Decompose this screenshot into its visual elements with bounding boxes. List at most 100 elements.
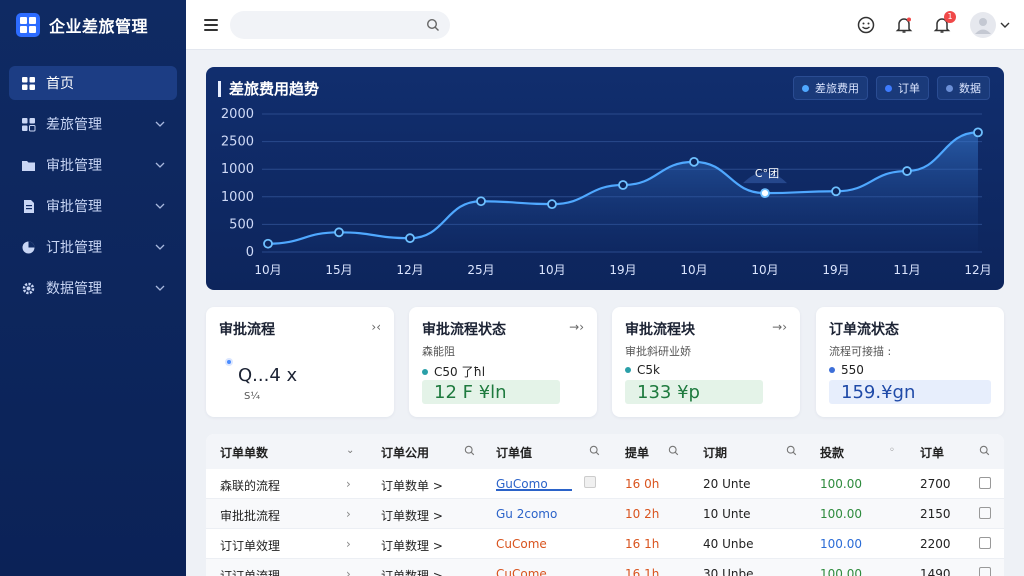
row-checkbox[interactable]: [979, 507, 991, 519]
series-area: [268, 132, 978, 252]
annotation-label: C°团: [755, 167, 779, 180]
y-tick-label: 2000: [221, 107, 254, 122]
legend-dot-icon: [946, 84, 953, 92]
card-stat: 550: [829, 363, 864, 377]
arrow-right-icon[interactable]: →›: [772, 320, 787, 334]
chevron-down-icon: [1000, 22, 1010, 28]
cell-value: CuCome: [496, 567, 547, 576]
chart-legend: 差旅费用 订单 数据: [793, 76, 990, 100]
sidebar-item-orders[interactable]: 订批管理: [9, 230, 177, 264]
cell-units: 30 Unbe: [703, 567, 754, 576]
column-header[interactable]: 订单: [920, 444, 944, 461]
cell-link[interactable]: 订单数理 >: [381, 567, 443, 576]
chevron-down-icon: [155, 285, 165, 291]
cell-link[interactable]: 订单数理 >: [381, 507, 443, 524]
card-approval-status[interactable]: 审批流程状态 →› 森能阻 C50 了ħl 12 F ¥ln: [409, 307, 597, 417]
x-tick-label: 12月: [396, 263, 423, 277]
card-approval-flow[interactable]: 审批流程 ›‹ Q...4 ⅹ S¼: [206, 307, 394, 417]
column-header[interactable]: 订单公用: [381, 444, 429, 461]
column-header[interactable]: 投款: [820, 444, 844, 461]
avatar[interactable]: [970, 11, 996, 38]
sidebar-item-travel[interactable]: 差旅管理: [9, 107, 177, 141]
x-tick-label: 10月: [751, 263, 778, 277]
search-input[interactable]: [240, 17, 426, 32]
document-icon: [21, 199, 36, 214]
card-subtitle: 森能阻: [422, 345, 455, 358]
legend-item-data[interactable]: 数据: [937, 76, 990, 100]
menu-toggle-icon[interactable]: [204, 18, 218, 31]
card-stat: C5k: [625, 363, 660, 377]
x-tick-label: 19月: [822, 263, 849, 277]
sidebar-item-label: 审批管理: [46, 199, 102, 215]
table-row[interactable]: 审批批流程 › 订单数理 > Gu 2como 10 2h 10 Unte 10…: [206, 499, 1004, 529]
card-title: 订单流状态: [829, 322, 899, 338]
sort-icon[interactable]: ◦: [889, 445, 895, 456]
cell-link[interactable]: 订单数理 >: [381, 537, 443, 554]
card-value: 159.¥gn: [829, 380, 991, 404]
stat-dot-icon: [625, 367, 631, 373]
card-subtitle: 审批斜研业娇: [625, 345, 691, 358]
data-point: [476, 196, 486, 207]
sidebar-item-approval-2[interactable]: 审批管理: [9, 189, 177, 223]
expand-arrows-icon[interactable]: ›‹: [371, 320, 381, 334]
alert-bell-icon[interactable]: 1: [932, 10, 956, 35]
grid-icon: [21, 76, 36, 91]
column-header[interactable]: 订期: [703, 444, 727, 461]
data-point: [263, 238, 273, 249]
search-icon[interactable]: [464, 445, 475, 456]
sidebar-item-approval[interactable]: 审批管理: [9, 148, 177, 182]
chevron-right-icon[interactable]: ›: [346, 507, 351, 521]
row-checkbox[interactable]: [979, 477, 991, 489]
cell-duration: 10 2h: [625, 507, 660, 521]
app-logo-icon: [16, 13, 40, 37]
sidebar-nav: 首页 差旅管理 审批管理 审批管理 订批管理 数据管理: [0, 66, 186, 305]
sidebar-item-data[interactable]: 数据管理: [9, 271, 177, 305]
chevron-right-icon[interactable]: ›: [346, 567, 351, 576]
search-box: [230, 10, 450, 39]
cell-link[interactable]: 订单数单 >: [381, 477, 443, 494]
column-label: 投款: [820, 446, 845, 460]
cell-value: CuCome: [496, 537, 547, 551]
status-dot-icon: [225, 358, 233, 366]
chevron-right-icon[interactable]: ›: [346, 537, 351, 551]
cell-total: 1490: [920, 567, 951, 576]
smile-icon[interactable]: [856, 15, 876, 35]
cell-amount: 100.00: [820, 537, 862, 551]
cell-amount: 100.00: [820, 507, 862, 521]
search-icon[interactable]: [668, 445, 679, 456]
sidebar-item-home[interactable]: 首页: [9, 66, 177, 100]
search-icon[interactable]: [589, 445, 600, 456]
user-menu[interactable]: [970, 11, 1010, 38]
search-icon[interactable]: [979, 445, 990, 456]
chevron-right-icon[interactable]: ›: [346, 477, 351, 491]
table-row[interactable]: 订订单效理 › 订单数理 > CuCome 16 1h 40 Unbe 100.…: [206, 529, 1004, 559]
row-checkbox[interactable]: [584, 476, 596, 488]
x-tick-label: 25月: [467, 263, 494, 277]
card-approval-block[interactable]: 审批流程块 →› 审批斜研业娇 C5k 133 ¥p: [612, 307, 800, 417]
row-checkbox[interactable]: [979, 567, 991, 576]
cell-units: 40 Unbe: [703, 537, 754, 551]
card-title: 审批流程状态: [422, 322, 506, 338]
card-title: 审批流程: [219, 322, 275, 338]
legend-item-expense[interactable]: 差旅费用: [793, 76, 868, 100]
column-label: 订单: [920, 446, 945, 460]
chevron-down-icon[interactable]: ⌄: [346, 445, 354, 456]
search-icon[interactable]: [426, 18, 440, 32]
column-header[interactable]: 订单单数: [220, 444, 268, 461]
table-row[interactable]: 森联的流程 › 订单数单 > GuComo 16 0h 20 Unte 100.…: [206, 469, 1004, 499]
data-point: [405, 233, 415, 244]
row-checkbox[interactable]: [979, 537, 991, 549]
legend-item-orders[interactable]: 订单: [876, 76, 929, 100]
x-tick-label: 15月: [325, 263, 352, 277]
arrow-right-icon[interactable]: →›: [569, 320, 584, 334]
legend-dot-icon: [802, 84, 809, 92]
chart-canvas: 2000250010001000500010月 15月 12月 25月 10月 19月 10…: [221, 107, 992, 277]
chevron-down-icon: [155, 121, 165, 127]
table-row[interactable]: 订订单流理 › 订单数理 > CuCome 16 1h 30 Unbe 100.…: [206, 559, 1004, 576]
bell-icon[interactable]: [894, 15, 914, 35]
column-header[interactable]: 提单: [625, 444, 649, 461]
card-order-status[interactable]: 订单流状态 流程可接描 : 550 159.¥gn: [816, 307, 1004, 417]
brand: 企业差旅管理: [0, 0, 186, 50]
column-header[interactable]: 订单值: [496, 444, 532, 461]
search-icon[interactable]: [786, 445, 797, 456]
